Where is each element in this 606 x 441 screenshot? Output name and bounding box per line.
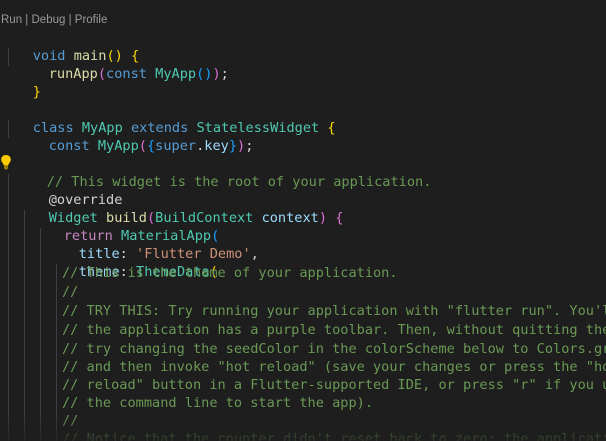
code-token: ) xyxy=(237,138,246,154)
codelens-profile-link[interactable]: Profile xyxy=(75,14,108,26)
code-comment[interactable]: // xyxy=(62,283,78,301)
code-token: context xyxy=(261,210,319,226)
code-line[interactable]: void main() { xyxy=(0,29,139,64)
code-comment[interactable]: // Notice that the counter didn't reset … xyxy=(62,430,606,441)
code-token: } xyxy=(32,84,41,100)
code-token: ) xyxy=(212,66,221,82)
code-token: ( xyxy=(97,66,107,82)
code-comment[interactable]: // This is the theme of your application… xyxy=(62,264,398,282)
codelens-run-link[interactable]: Run xyxy=(1,14,22,26)
codelens-separator: | xyxy=(65,14,75,26)
code-token: MyApp xyxy=(97,138,139,154)
codelens-bar: Run | Debug | Profile xyxy=(1,11,107,29)
code-token: ) xyxy=(318,210,328,226)
code-token: () xyxy=(196,66,213,82)
code-token: super xyxy=(155,138,197,154)
code-line[interactable]: runApp(const MyApp()); xyxy=(16,47,229,82)
code-comment[interactable]: // TRY THIS: Try running your applicatio… xyxy=(62,302,606,320)
code-comment[interactable]: // xyxy=(62,412,78,430)
codelens-separator: | xyxy=(22,14,32,26)
code-token: { xyxy=(335,210,344,226)
code-editor[interactable]: Run | Debug | Profile void main() { runA… xyxy=(0,0,606,441)
code-token: ; xyxy=(245,138,254,154)
code-token: , xyxy=(250,246,259,262)
code-line[interactable]: title: 'Flutter Demo', xyxy=(46,227,259,262)
code-line[interactable]: class MyApp extends StatelessWidget { xyxy=(0,101,336,136)
code-line[interactable]: theme: ThemeData( xyxy=(46,245,218,280)
code-token: key xyxy=(204,138,229,154)
lightbulb-icon[interactable] xyxy=(0,154,12,170)
code-comment[interactable]: // try changing the seedColor in the col… xyxy=(62,340,606,358)
code-token: const xyxy=(48,138,90,154)
code-token: runApp xyxy=(48,66,98,82)
code-token: { xyxy=(146,138,156,154)
code-line[interactable]: const MyApp({super.key}); xyxy=(16,119,254,154)
code-line[interactable]: return MaterialApp( xyxy=(31,209,220,244)
code-line[interactable]: @override xyxy=(16,173,123,208)
code-comment[interactable]: // the command line to start the app). xyxy=(62,394,373,412)
code-token: ; xyxy=(220,66,229,82)
indent-guide xyxy=(8,174,9,441)
code-comment[interactable]: // the application has a purple toolbar.… xyxy=(62,321,606,339)
code-line[interactable]: // This widget is the root of your appli… xyxy=(14,155,432,190)
code-token: const xyxy=(106,66,147,82)
code-token: { xyxy=(327,120,336,136)
code-token: MyApp xyxy=(155,66,197,82)
code-token: ( xyxy=(138,138,147,154)
code-line[interactable]: Widget build(BuildContext context) { xyxy=(16,191,344,226)
code-line[interactable]: } xyxy=(0,65,41,100)
code-comment[interactable]: // reload" button in a Flutter-supported… xyxy=(62,376,606,394)
code-token: } xyxy=(228,138,238,154)
codelens-debug-link[interactable]: Debug xyxy=(32,14,66,26)
code-comment[interactable]: // and then invoke "hot reload" (save yo… xyxy=(62,358,606,376)
